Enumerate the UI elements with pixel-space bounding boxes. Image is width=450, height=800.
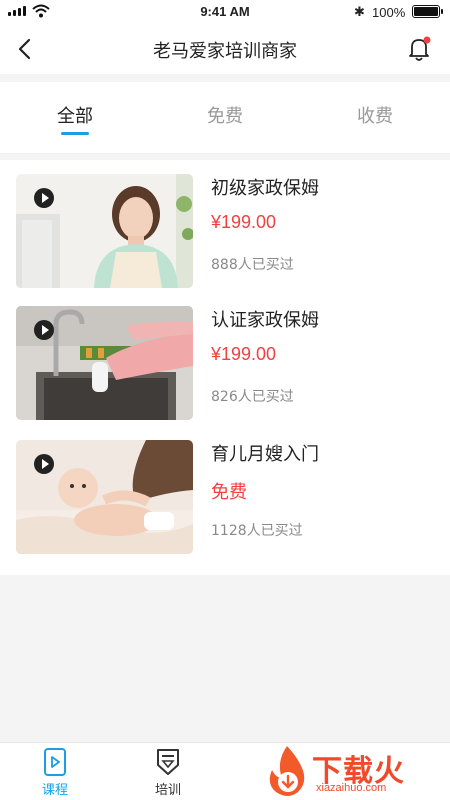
course-buyers: 888人已买过 bbox=[211, 257, 294, 273]
bottom-tab-courses[interactable]: 课程 bbox=[20, 747, 90, 798]
course-buyers: 1128人已买过 bbox=[211, 523, 303, 539]
page-title: 老马爱家培训商家 bbox=[153, 41, 297, 62]
bluetooth-icon: ✱ bbox=[354, 4, 365, 19]
course-item[interactable]: 育儿月嫂入门 免费 1128人已买过 bbox=[0, 426, 450, 560]
course-thumbnail bbox=[16, 306, 193, 420]
play-icon bbox=[34, 188, 54, 208]
nav-bar: 老马爱家培训商家 bbox=[0, 24, 450, 74]
bottom-tab-training[interactable]: 培训 bbox=[133, 747, 203, 798]
tab-label: 全部 bbox=[57, 106, 93, 127]
course-name: 认证家政保姆 bbox=[211, 310, 319, 331]
bottom-tab-label: 培训 bbox=[154, 783, 181, 798]
tab-label: 免费 bbox=[207, 106, 243, 127]
status-bar: 9:41 AM ✱ 100% bbox=[0, 0, 450, 24]
certificate-icon bbox=[157, 749, 179, 775]
play-icon bbox=[34, 320, 54, 340]
course-name: 初级家政保姆 bbox=[211, 178, 319, 199]
tab-free[interactable]: 免费 bbox=[150, 102, 300, 128]
battery-percent: 100% bbox=[372, 5, 406, 20]
course-item[interactable]: 初级家政保姆 ¥199.00 888人已买过 bbox=[0, 160, 450, 294]
watermark-subtext: xiazaihuo.com bbox=[316, 782, 387, 794]
category-tabs: 全部 免费 收费 bbox=[0, 82, 450, 154]
notification-badge bbox=[423, 36, 431, 44]
tab-active-indicator bbox=[61, 132, 89, 135]
tab-all[interactable]: 全部 bbox=[0, 102, 150, 135]
course-item[interactable]: 认证家政保姆 ¥199.00 826人已买过 bbox=[0, 292, 450, 426]
bell-icon[interactable] bbox=[406, 35, 432, 63]
course-thumbnail bbox=[16, 440, 193, 554]
battery-icon bbox=[412, 5, 443, 18]
course-price: ¥199.00 bbox=[211, 344, 277, 364]
course-price: ¥199.00 bbox=[211, 212, 277, 232]
tab-paid[interactable]: 收费 bbox=[300, 102, 450, 128]
course-price: 免费 bbox=[211, 482, 247, 502]
watermark-logo: 下载火 xiazaihuo.com bbox=[262, 744, 450, 800]
bottom-tab-label: 课程 bbox=[41, 783, 68, 798]
tab-label: 收费 bbox=[357, 106, 393, 127]
course-buyers: 826人已买过 bbox=[211, 389, 294, 405]
play-video-icon bbox=[44, 748, 66, 776]
course-thumbnail bbox=[16, 174, 193, 288]
play-icon bbox=[34, 454, 54, 474]
course-name: 育儿月嫂入门 bbox=[211, 444, 319, 465]
flame-icon bbox=[269, 746, 305, 796]
course-list: 初级家政保姆 ¥199.00 888人已买过 认证家政保姆 ¥199.00 82… bbox=[0, 160, 450, 575]
